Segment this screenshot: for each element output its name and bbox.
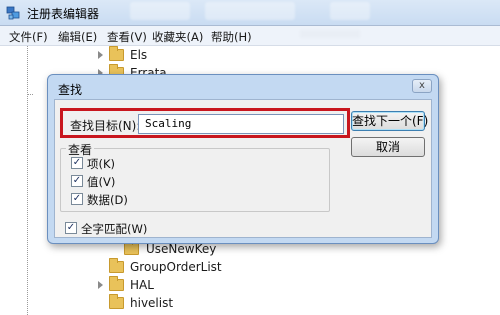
values-checkbox[interactable]: ✓: [71, 175, 83, 187]
option-label: 全字匹配(W): [81, 222, 148, 236]
match-whole-checkbox[interactable]: ✓: [65, 222, 77, 234]
find-dialog: 查找 x 查找目标(N): Scaling 查找下一个(F) 取消 查看 ✓ 项…: [47, 74, 439, 244]
expand-arrow-icon[interactable]: [98, 281, 103, 289]
tree-item-hivelist[interactable]: hivelist: [98, 294, 298, 312]
folder-icon: [124, 240, 139, 255]
cancel-button[interactable]: 取消: [351, 137, 425, 157]
title-blur: [205, 2, 295, 20]
find-next-button[interactable]: 查找下一个(F): [351, 111, 428, 131]
tree-item-label: Els: [130, 48, 148, 62]
tree-item-els[interactable]: Els: [98, 46, 298, 64]
folder-icon: [109, 46, 124, 61]
window-title: 注册表编辑器: [27, 7, 100, 21]
title-bar: 注册表编辑器: [0, 0, 500, 26]
regedit-icon: [6, 6, 20, 20]
menu-file[interactable]: 文件(F): [9, 29, 48, 45]
find-what-input[interactable]: Scaling: [138, 114, 344, 134]
folder-icon: [109, 294, 124, 309]
expand-arrow-icon[interactable]: [98, 51, 103, 59]
tree-item-label: UseNewKey: [146, 242, 217, 256]
tree-item-label: GroupOrderList: [130, 260, 222, 274]
title-blur: [330, 2, 370, 20]
keys-checkbox[interactable]: ✓: [71, 157, 83, 169]
tree-guide-line: [28, 94, 33, 95]
option-values[interactable]: ✓ 值(V): [71, 173, 151, 189]
menu-view[interactable]: 查看(V): [107, 29, 147, 45]
option-data[interactable]: ✓ 数据(D): [71, 191, 151, 207]
data-checkbox[interactable]: ✓: [71, 193, 83, 205]
option-label: 项(K): [87, 157, 116, 171]
tree-item-label: HAL: [130, 278, 154, 292]
close-icon[interactable]: x: [412, 79, 432, 93]
dialog-title: 查找: [58, 83, 83, 97]
highlight-annotation: 查找目标(N): Scaling: [60, 108, 350, 138]
option-label: 数据(D): [87, 193, 128, 207]
faded-menu-ghost: [300, 30, 360, 38]
menu-favorites[interactable]: 收藏夹(A): [152, 29, 203, 45]
title-blur: [130, 2, 190, 20]
folder-icon: [109, 276, 124, 291]
tree-item-hal[interactable]: HAL: [98, 276, 298, 294]
tree-item-grouporderlist[interactable]: GroupOrderList: [98, 258, 318, 276]
menu-help[interactable]: 帮助(H): [211, 29, 252, 45]
menu-edit[interactable]: 编辑(E): [58, 29, 97, 45]
folder-icon: [109, 258, 124, 273]
tree-guide-line: [27, 46, 28, 315]
tree-item-label: hivelist: [130, 296, 174, 310]
find-what-label: 查找目标(N):: [70, 119, 141, 133]
option-match-whole[interactable]: ✓ 全字匹配(W): [65, 220, 185, 236]
option-keys[interactable]: ✓ 项(K): [71, 155, 151, 171]
option-label: 值(V): [87, 175, 116, 189]
menu-bar: 文件(F) 编辑(E) 查看(V) 收藏夹(A) 帮助(H): [0, 26, 500, 46]
dialog-body: 查找目标(N): Scaling 查找下一个(F) 取消 查看 ✓ 项(K) ✓…: [54, 99, 432, 238]
look-at-group: 查看 ✓ 项(K) ✓ 值(V) ✓ 数据(D): [60, 141, 330, 212]
